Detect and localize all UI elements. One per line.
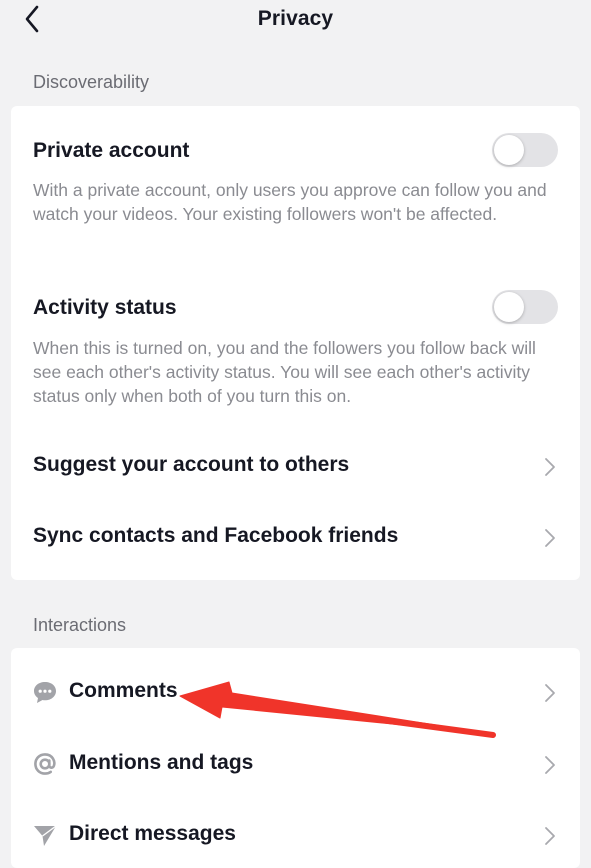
at-sign-icon bbox=[34, 753, 56, 775]
suggest-account-label: Suggest your account to others bbox=[33, 453, 350, 476]
section-label-interactions: Interactions bbox=[33, 615, 127, 635]
mentions-tags-row[interactable]: Mentions and tags bbox=[11, 734, 580, 794]
chevron-right-icon bbox=[545, 529, 555, 547]
interactions-card: Comments Mentions and tags Direct messag… bbox=[11, 648, 580, 868]
sync-contacts-label: Sync contacts and Facebook friends bbox=[33, 524, 399, 547]
sync-contacts-row[interactable]: Sync contacts and Facebook friends bbox=[11, 507, 580, 567]
chevron-right-icon bbox=[545, 684, 555, 702]
toggle-knob bbox=[494, 292, 524, 322]
direct-messages-label: Direct messages bbox=[69, 822, 236, 845]
discoverability-card: Private account With a private account, … bbox=[11, 106, 580, 580]
comments-label: Comments bbox=[69, 679, 178, 702]
private-account-description: With a private account, only users you a… bbox=[33, 180, 547, 224]
chevron-right-icon bbox=[545, 827, 555, 845]
activity-status-title: Activity status bbox=[33, 296, 177, 319]
private-account-title: Private account bbox=[33, 139, 190, 162]
header-bar: Privacy bbox=[0, 0, 591, 40]
activity-status-toggle[interactable] bbox=[492, 290, 558, 324]
mentions-tags-label: Mentions and tags bbox=[69, 751, 254, 774]
toggle-knob bbox=[494, 135, 524, 165]
page-title: Privacy bbox=[257, 7, 334, 30]
chevron-right-icon bbox=[545, 458, 555, 476]
section-label-discoverability: Discoverability bbox=[33, 72, 150, 92]
paper-plane-icon bbox=[34, 825, 57, 846]
comment-bubble-icon bbox=[34, 682, 56, 703]
private-account-toggle[interactable] bbox=[492, 133, 558, 167]
chevron-right-icon bbox=[545, 756, 555, 774]
suggest-account-row[interactable]: Suggest your account to others bbox=[11, 436, 580, 496]
activity-status-description: When this is turned on, you and the foll… bbox=[33, 338, 536, 406]
direct-messages-row[interactable]: Direct messages bbox=[11, 805, 580, 865]
comments-row[interactable]: Comments bbox=[11, 662, 580, 722]
